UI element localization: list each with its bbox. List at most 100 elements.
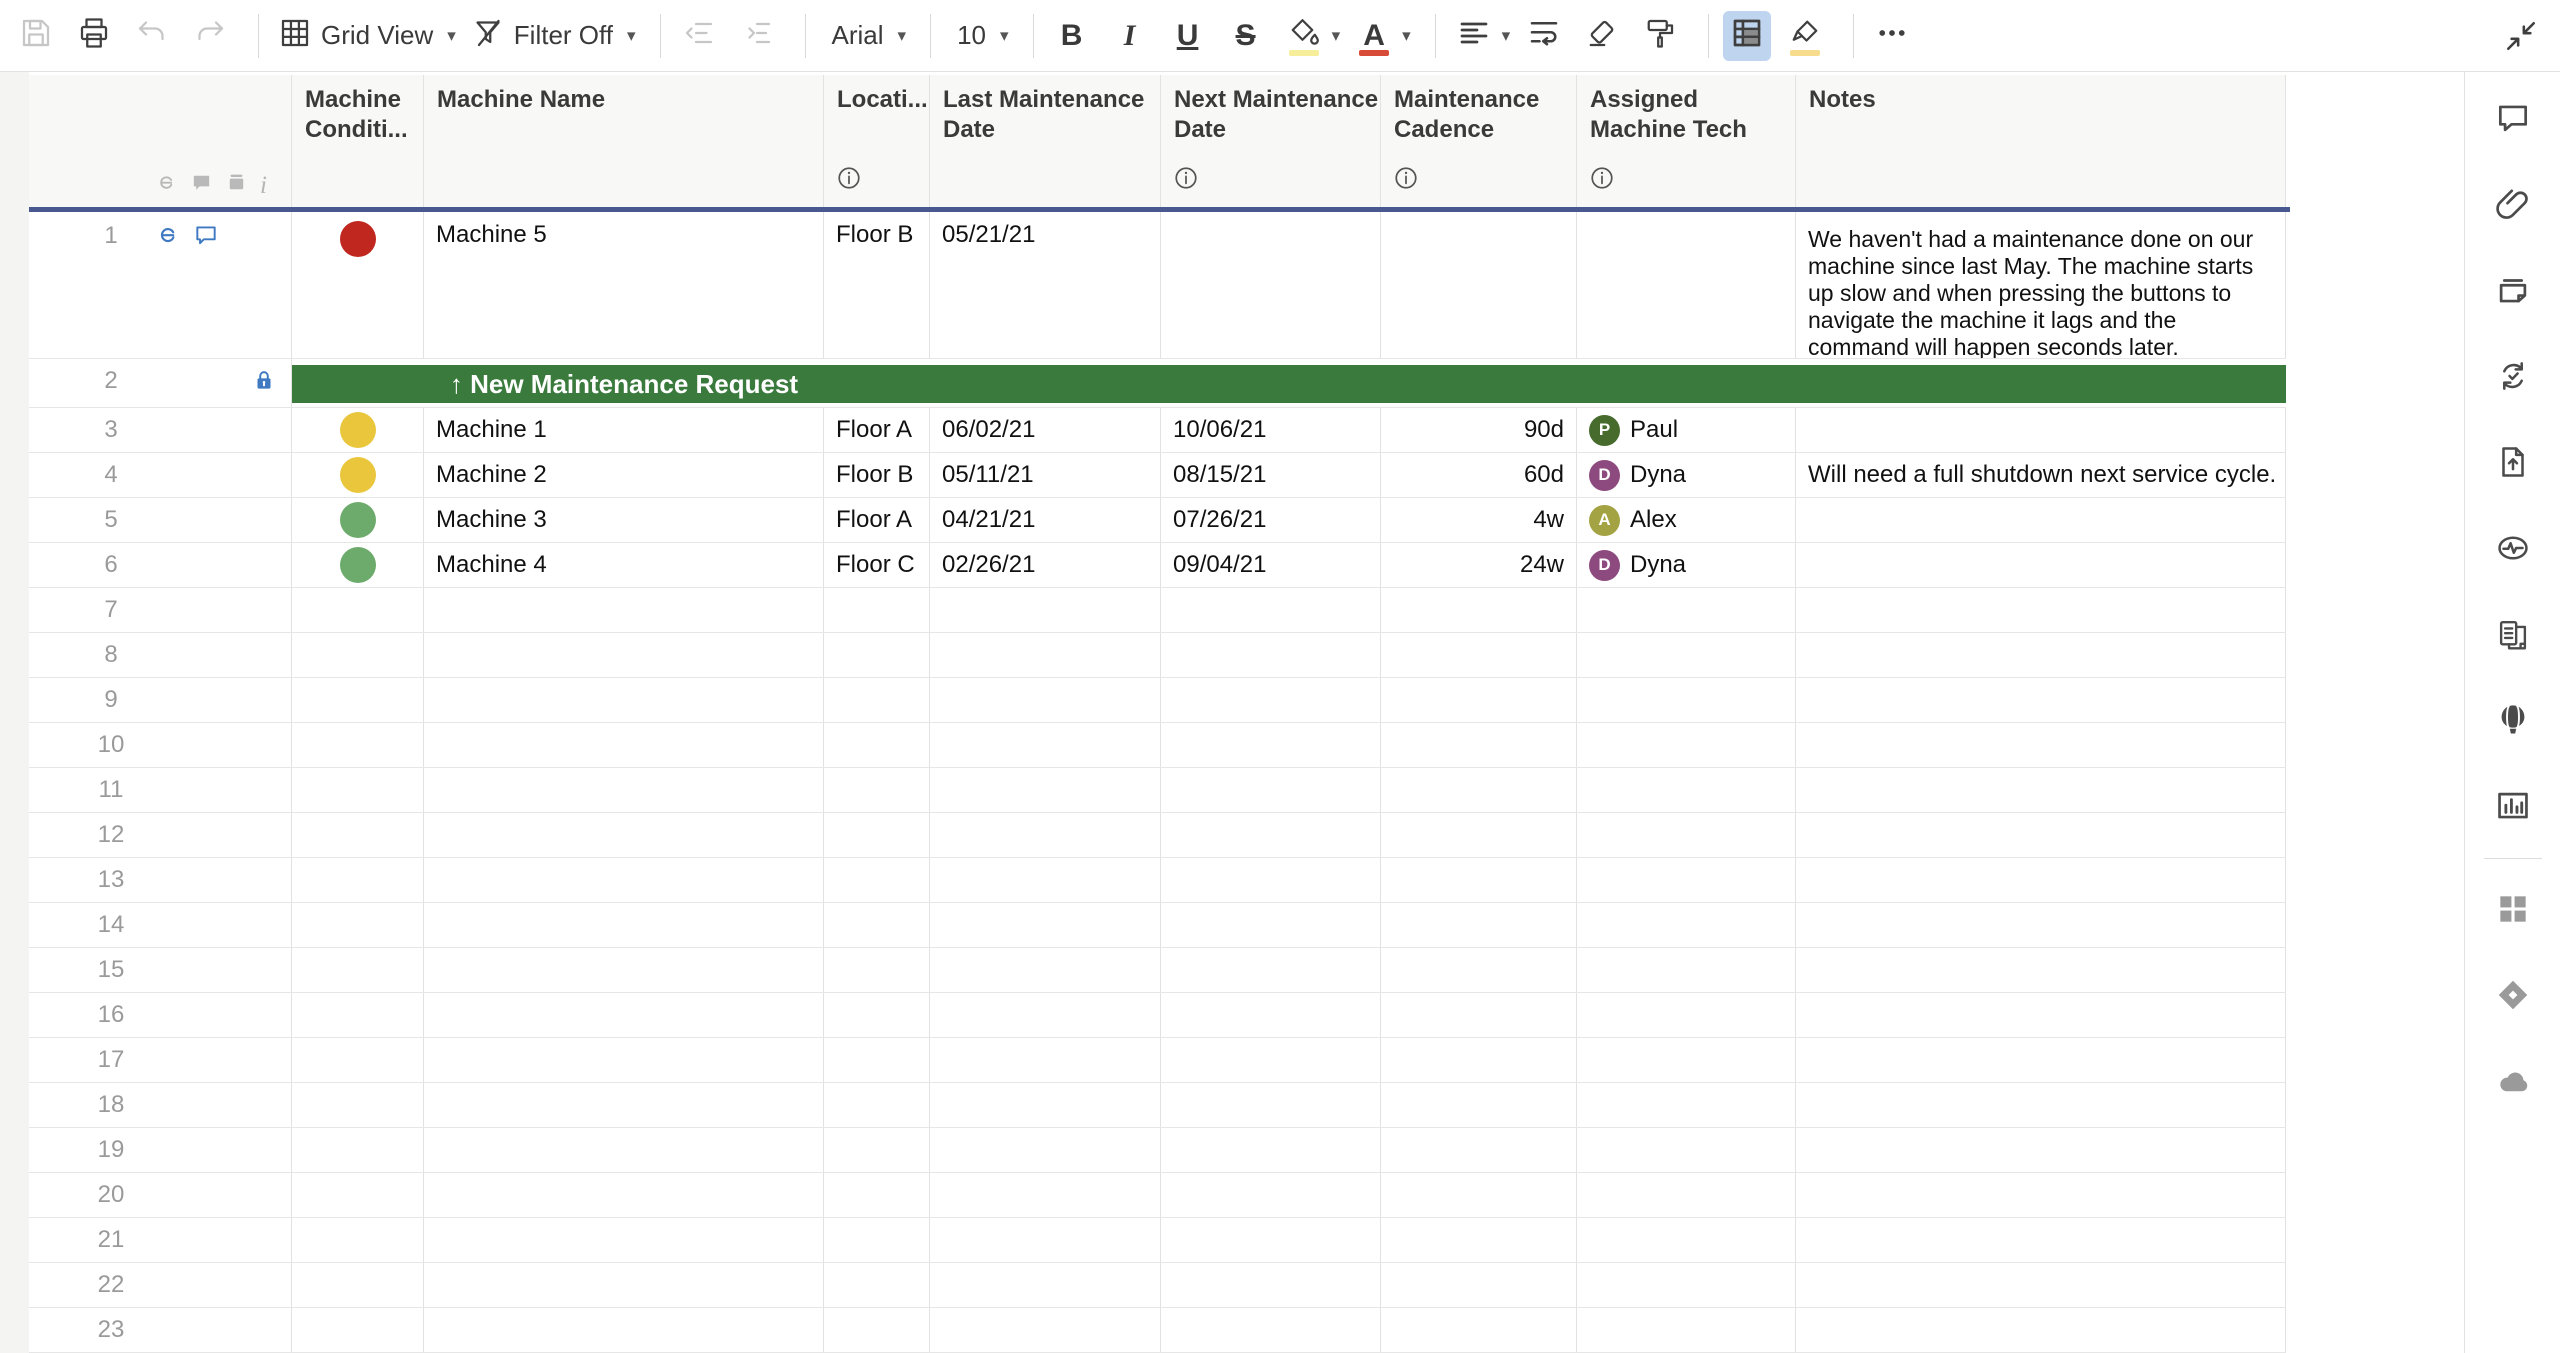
row-number[interactable]: 13 bbox=[79, 858, 143, 902]
cell-condition[interactable] bbox=[292, 723, 424, 767]
cell-notes[interactable] bbox=[1796, 1128, 2286, 1172]
cell-location[interactable] bbox=[824, 993, 930, 1037]
chevron-down-icon[interactable]: ▾ bbox=[1402, 26, 1411, 46]
collapse-toolbar-icon[interactable] bbox=[2496, 11, 2546, 61]
cell-last[interactable] bbox=[930, 903, 1161, 947]
sidebar-work-insights-balloon-icon[interactable] bbox=[2490, 698, 2536, 742]
row-number[interactable]: 10 bbox=[79, 723, 143, 767]
cell-last[interactable] bbox=[930, 678, 1161, 722]
cell-last[interactable]: 04/21/21 bbox=[930, 498, 1161, 542]
cell-name[interactable] bbox=[424, 588, 824, 632]
cell-notes[interactable] bbox=[1796, 1083, 2286, 1127]
cell-tech[interactable] bbox=[1577, 858, 1796, 902]
cell-notes[interactable] bbox=[1796, 1173, 2286, 1217]
cell-next[interactable] bbox=[1161, 1308, 1381, 1352]
sidebar-integration-cloud-icon[interactable] bbox=[2490, 1059, 2536, 1103]
cell-location[interactable]: Floor A bbox=[824, 498, 930, 542]
cell-cadence[interactable]: 90d bbox=[1381, 408, 1577, 452]
cell-notes[interactable] bbox=[1796, 858, 2286, 902]
attachment-icon[interactable] bbox=[155, 222, 181, 253]
row-gutter[interactable]: 21 bbox=[29, 1218, 292, 1262]
save-button[interactable] bbox=[12, 11, 60, 61]
cell-last[interactable] bbox=[930, 1083, 1161, 1127]
cell-next[interactable] bbox=[1161, 588, 1381, 632]
cell-last[interactable] bbox=[930, 768, 1161, 812]
info-icon[interactable] bbox=[1173, 165, 1199, 199]
fill-color-button[interactable] bbox=[1280, 11, 1328, 61]
cell-last[interactable]: 05/21/21 bbox=[930, 212, 1161, 358]
cell-cadence[interactable]: 4w bbox=[1381, 498, 1577, 542]
cell-tech[interactable] bbox=[1577, 588, 1796, 632]
sidebar-integration-diamond-icon[interactable] bbox=[2490, 973, 2536, 1017]
row-gutter[interactable]: 16 bbox=[29, 993, 292, 1037]
cell-last[interactable] bbox=[930, 1218, 1161, 1262]
cell-tech[interactable] bbox=[1577, 813, 1796, 857]
cell-next[interactable]: 08/15/21 bbox=[1161, 453, 1381, 497]
chevron-down-icon[interactable]: ▾ bbox=[447, 26, 456, 46]
highlight-button[interactable] bbox=[1781, 11, 1829, 61]
cell-location[interactable] bbox=[824, 1263, 930, 1307]
cell-condition[interactable] bbox=[292, 858, 424, 902]
cell-next[interactable]: 09/04/21 bbox=[1161, 543, 1381, 587]
cell-location[interactable]: Floor C bbox=[824, 543, 930, 587]
cell-name[interactable] bbox=[424, 948, 824, 992]
cell-location[interactable] bbox=[824, 1308, 930, 1352]
cell-next[interactable] bbox=[1161, 858, 1381, 902]
chevron-down-icon[interactable]: ▾ bbox=[1332, 26, 1341, 46]
cell-location[interactable] bbox=[824, 1083, 930, 1127]
cell-name[interactable] bbox=[424, 858, 824, 902]
cell-tech[interactable] bbox=[1577, 948, 1796, 992]
cell-next[interactable] bbox=[1161, 633, 1381, 677]
cell-tech[interactable] bbox=[1577, 1038, 1796, 1082]
attachment-icon[interactable] bbox=[155, 171, 178, 199]
cell-cadence[interactable] bbox=[1381, 723, 1577, 767]
row-number[interactable]: 14 bbox=[79, 903, 143, 947]
chevron-down-icon[interactable]: ▾ bbox=[1000, 26, 1009, 46]
bold-button[interactable]: B bbox=[1048, 11, 1096, 61]
cell-notes[interactable]: We haven't had a maintenance done on our… bbox=[1796, 212, 2286, 358]
cell-condition[interactable] bbox=[292, 903, 424, 947]
cell-next[interactable] bbox=[1161, 678, 1381, 722]
row-number[interactable]: 22 bbox=[79, 1263, 143, 1307]
column-header-name[interactable]: Machine Name bbox=[424, 75, 824, 207]
cell-condition[interactable] bbox=[292, 1263, 424, 1307]
cell-next[interactable] bbox=[1161, 1038, 1381, 1082]
row-number[interactable]: 23 bbox=[79, 1308, 143, 1352]
cell-location[interactable] bbox=[824, 1128, 930, 1172]
wrap-text-button[interactable] bbox=[1520, 11, 1568, 61]
cell-notes[interactable] bbox=[1796, 903, 2286, 947]
cell-condition[interactable] bbox=[292, 813, 424, 857]
cell-name[interactable] bbox=[424, 1173, 824, 1217]
column-header-notes[interactable]: Notes bbox=[1796, 75, 2286, 207]
cell-tech[interactable] bbox=[1577, 768, 1796, 812]
cell-condition[interactable] bbox=[292, 588, 424, 632]
cell-notes[interactable] bbox=[1796, 1263, 2286, 1307]
info-icon[interactable] bbox=[836, 165, 862, 199]
sidebar-apps-grid-icon[interactable] bbox=[2490, 887, 2536, 931]
chevron-down-icon[interactable]: ▾ bbox=[627, 26, 636, 46]
cell-cadence[interactable] bbox=[1381, 212, 1577, 358]
cell-last[interactable] bbox=[930, 1128, 1161, 1172]
row-gutter[interactable]: 23 bbox=[29, 1308, 292, 1352]
row-gutter[interactable]: 6 bbox=[29, 543, 292, 587]
cell-next[interactable] bbox=[1161, 1218, 1381, 1262]
cell-name[interactable]: Machine 2 bbox=[424, 453, 824, 497]
cell-notes[interactable] bbox=[1796, 408, 2286, 452]
font-color-button[interactable]: A bbox=[1350, 11, 1398, 61]
row-gutter[interactable]: 18 bbox=[29, 1083, 292, 1127]
cell-location[interactable]: Floor B bbox=[824, 453, 930, 497]
cell-name[interactable] bbox=[424, 1083, 824, 1127]
print-button[interactable] bbox=[70, 11, 118, 61]
indent-button[interactable] bbox=[733, 11, 781, 61]
cell-tech[interactable] bbox=[1577, 903, 1796, 947]
sidebar-proofs-icon[interactable] bbox=[2490, 268, 2536, 312]
cell-location[interactable] bbox=[824, 813, 930, 857]
cell-tech[interactable] bbox=[1577, 633, 1796, 677]
column-header-cadence[interactable]: Maintenance Cadence bbox=[1381, 75, 1577, 207]
cell-location[interactable] bbox=[824, 633, 930, 677]
cell-tech[interactable] bbox=[1577, 1128, 1796, 1172]
cell-notes[interactable] bbox=[1796, 1308, 2286, 1352]
cell-notes[interactable] bbox=[1796, 768, 2286, 812]
row-gutter[interactable]: 7 bbox=[29, 588, 292, 632]
column-header-next[interactable]: Next Maintenance Date bbox=[1161, 75, 1381, 207]
